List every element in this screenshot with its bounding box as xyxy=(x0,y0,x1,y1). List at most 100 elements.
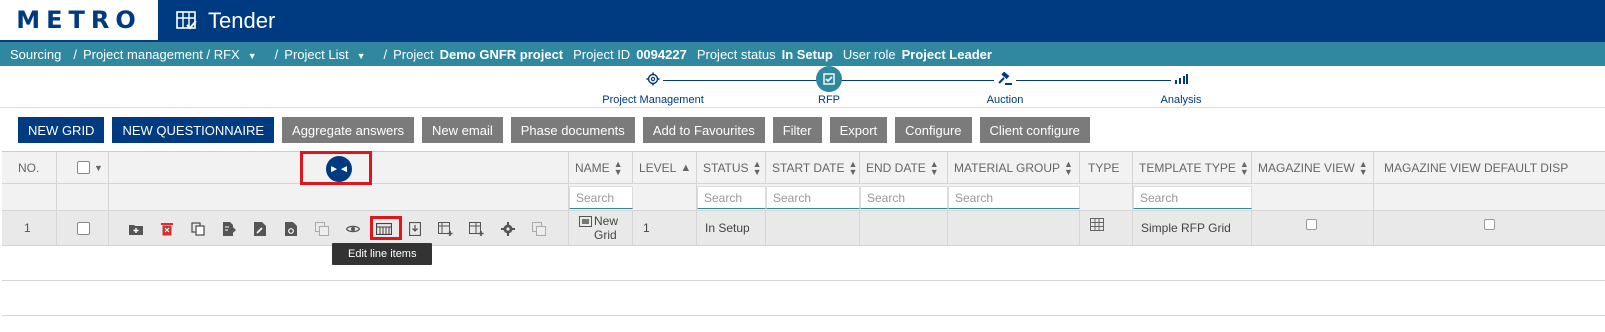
table-row[interactable]: 1 New Grid 1 In Setup Simple RFP Grid xyxy=(2,211,1605,246)
step-project-management[interactable]: Project Management xyxy=(583,70,723,106)
empty-row xyxy=(2,246,1605,281)
sort-asc-icon: ▲ xyxy=(680,161,692,174)
search-input-template-type[interactable]: Search xyxy=(1133,186,1252,209)
add-folder-icon[interactable] xyxy=(120,211,151,246)
row-action-icons xyxy=(120,211,554,246)
empty-row xyxy=(2,281,1605,316)
row-material-group xyxy=(948,211,1080,245)
tooltip-edit-line-items: Edit line items xyxy=(332,243,433,265)
column-header-template-type[interactable]: TEMPLATE TYPE ▲ ▼ xyxy=(1133,152,1252,183)
highlight-collapse-button xyxy=(300,151,372,185)
column-header-level[interactable]: LEVEL ▲ xyxy=(633,152,697,183)
add-to-favourites-button[interactable]: Add to Favourites xyxy=(642,117,765,143)
magazine-default-checkbox[interactable] xyxy=(1484,219,1495,230)
row-name[interactable]: New Grid xyxy=(569,211,633,245)
sort-icon: ▲ ▼ xyxy=(1358,158,1368,177)
add-row-icon[interactable] xyxy=(430,211,461,246)
project-id-label: Project ID xyxy=(573,46,631,62)
caret-down-icon: ▼ xyxy=(356,50,366,61)
user-role-label: User role xyxy=(842,46,896,62)
grid-check-icon xyxy=(176,11,198,31)
sort-icon: ▲ ▼ xyxy=(752,158,762,177)
add-column-icon[interactable] xyxy=(461,211,492,246)
project-id: 0094227 xyxy=(636,46,687,62)
sort-icon: ▲ ▼ xyxy=(929,158,939,177)
filter-button[interactable]: Filter xyxy=(772,117,822,143)
configure-button[interactable]: Configure xyxy=(895,117,972,143)
new-email-button[interactable]: New email xyxy=(422,117,503,143)
row-template-type: Simple RFP Grid xyxy=(1133,211,1252,245)
column-header-no: NO. xyxy=(18,160,40,175)
gavel-icon xyxy=(994,71,1016,89)
sort-icon: ▲ ▼ xyxy=(1064,158,1073,177)
breadcrumb-project-management[interactable]: Project management / RFX ▼ xyxy=(83,47,263,62)
search-input-material-group[interactable]: Search xyxy=(948,186,1080,209)
column-header-material-group[interactable]: MATERIAL GROUP ▲ ▼ xyxy=(948,152,1080,183)
action-toolbar: NEW GRID NEW QUESTIONNAIRE Aggregate ans… xyxy=(18,117,1090,143)
step-analysis[interactable]: Analysis xyxy=(1111,70,1251,106)
select-all-checkbox[interactable] xyxy=(77,161,90,174)
column-header-end-date[interactable]: END DATE ▲ ▼ xyxy=(860,152,948,183)
import-icon[interactable] xyxy=(399,211,430,246)
new-grid-button[interactable]: NEW GRID xyxy=(18,117,105,143)
row-status: In Setup xyxy=(697,211,766,245)
caret-down-icon: ▼ xyxy=(247,50,257,61)
rfp-icon xyxy=(816,66,842,92)
project-status-label: Project status xyxy=(696,46,776,62)
top-bar: METRO Tender xyxy=(0,0,1605,42)
eye-icon[interactable] xyxy=(337,211,368,246)
search-input-end-date[interactable]: Search xyxy=(860,186,948,209)
sort-icon: ▲ ▼ xyxy=(1239,158,1249,177)
grid-type-icon xyxy=(579,216,592,230)
user-role: Project Leader xyxy=(901,46,992,62)
select-all[interactable]: ▼ xyxy=(57,152,109,183)
layers-disabled-icon[interactable] xyxy=(523,211,554,246)
phase-stepper: Project Management RFP Auction Analysis xyxy=(0,66,1605,108)
aggregate-answers-button[interactable]: Aggregate answers xyxy=(282,117,415,143)
project-status: In Setup xyxy=(781,46,833,62)
export-button[interactable]: Export xyxy=(829,117,888,143)
bar-chart-icon xyxy=(1171,73,1191,87)
caret-down-icon[interactable]: ▼ xyxy=(94,163,103,173)
row-number: 1 xyxy=(2,211,57,245)
breadcrumb-sourcing[interactable]: Sourcing xyxy=(10,47,61,62)
table-header: NO. ▼ NAME ▲ ▼ LEVEL ▲ STATUS ▲ ▼ START DATE ▲… xyxy=(2,152,1605,184)
search-input-name[interactable]: Search xyxy=(569,186,633,209)
delete-icon[interactable] xyxy=(151,211,182,246)
stepper-line xyxy=(660,80,1180,81)
metro-logo[interactable]: METRO xyxy=(0,0,158,42)
row-type xyxy=(1080,211,1133,245)
search-input-status[interactable]: Search xyxy=(697,186,766,209)
row-checkbox[interactable] xyxy=(77,221,90,235)
document-settings-icon[interactable] xyxy=(275,211,306,246)
new-questionnaire-button[interactable]: NEW QUESTIONNAIRE xyxy=(112,117,275,143)
step-rfp[interactable]: RFP xyxy=(759,66,899,106)
column-header-status[interactable]: STATUS ▲ ▼ xyxy=(697,152,766,183)
gear-icon xyxy=(643,71,663,89)
breadcrumb: Sourcing / Project management / RFX ▼ / P… xyxy=(0,42,1605,66)
breadcrumb-project-list[interactable]: Project List ▼ xyxy=(284,47,371,62)
copy-icon[interactable] xyxy=(182,211,213,246)
sort-icon: ▲ ▼ xyxy=(613,158,623,177)
phase-documents-button[interactable]: Phase documents xyxy=(510,117,635,143)
column-header-magazine-default[interactable]: MAGAZINE VIEW DEFAULT DISP xyxy=(1374,152,1605,183)
step-auction[interactable]: Auction xyxy=(935,70,1075,106)
highlight-edit-line-items xyxy=(370,216,402,240)
settings-gear-icon[interactable] xyxy=(492,211,523,246)
column-header-name[interactable]: NAME ▲ ▼ xyxy=(569,152,633,183)
client-configure-button[interactable]: Client configure xyxy=(979,117,1090,143)
layers-disabled-icon[interactable] xyxy=(306,211,337,246)
table-grid-icon xyxy=(1090,218,1104,234)
edit-document-icon[interactable] xyxy=(244,211,275,246)
project-name: Demo GNFR project xyxy=(439,46,564,62)
magazine-view-checkbox[interactable] xyxy=(1306,219,1317,230)
file-export-icon[interactable] xyxy=(213,211,244,246)
search-input-start-date[interactable]: Search xyxy=(766,186,860,209)
row-level: 1 xyxy=(633,211,697,245)
search-row: Search Search Search Search Search Searc… xyxy=(2,184,1605,211)
column-header-magazine-view[interactable]: MAGAZINE VIEW ▲ ▼ xyxy=(1252,152,1374,183)
row-start-date xyxy=(766,211,860,245)
column-header-start-date[interactable]: START DATE ▲ ▼ xyxy=(766,152,860,183)
column-header-type[interactable]: TYPE xyxy=(1080,152,1133,183)
app-title: Tender xyxy=(208,8,276,33)
